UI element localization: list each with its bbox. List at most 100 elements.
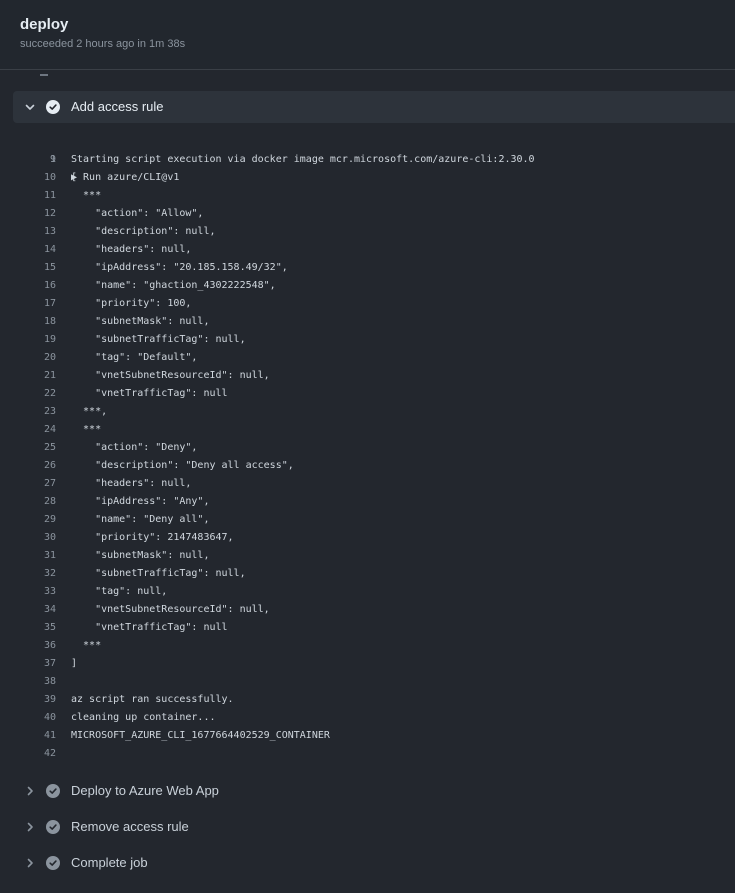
job-title: deploy [20, 16, 69, 33]
log-line: 20 "tag": "Default", [0, 349, 735, 367]
line-number[interactable]: 42 [0, 745, 56, 763]
line-number[interactable]: 28 [0, 493, 56, 511]
line-number[interactable]: 31 [0, 547, 56, 565]
log-line: 25 "action": "Deny", [0, 439, 735, 457]
log-text: "action": "Allow", [71, 208, 204, 219]
line-number[interactable]: 40 [0, 709, 56, 727]
line-number[interactable]: 21 [0, 367, 56, 385]
line-number[interactable]: 16 [0, 277, 56, 295]
log-text: "tag": null, [71, 586, 168, 597]
log-line: 40 cleaning up container... [0, 709, 735, 727]
line-number[interactable]: 9 [0, 151, 56, 169]
line-number[interactable]: 24 [0, 421, 56, 439]
log-line: 33 "tag": null, [0, 583, 735, 601]
line-number[interactable]: 19 [0, 331, 56, 349]
log-line: 14 "headers": null, [0, 241, 735, 259]
log-run-group[interactable]: 1 ▶ Run azure/CLI@v1 [0, 133, 735, 183]
log-text: "vnetTrafficTag": null [71, 388, 228, 399]
line-number[interactable]: 36 [0, 637, 56, 655]
log-line: 13 "description": null, [0, 223, 735, 241]
line-number[interactable]: 39 [0, 691, 56, 709]
log-line: 26 "description": "Deny all access", [0, 457, 735, 475]
log-text: *** [71, 424, 102, 435]
line-number[interactable]: 22 [0, 385, 56, 403]
log-text: "name": "ghaction_4302222548", [71, 280, 276, 291]
line-number[interactable]: 33 [0, 583, 56, 601]
log-text: "action": "Deny", [71, 442, 198, 453]
log-line: 38 [0, 673, 735, 691]
chevron-down-icon [24, 101, 36, 113]
step-label: Deploy to Azure Web App [71, 783, 219, 798]
log-text: ] [71, 658, 78, 669]
step-label: Complete job [71, 855, 148, 870]
line-number[interactable]: 23 [0, 403, 56, 421]
step-remove-access-rule[interactable]: Remove access rule [13, 811, 735, 843]
step-deploy-to-azure-web-app[interactable]: Deploy to Azure Web App [13, 775, 735, 807]
line-number[interactable]: 29 [0, 511, 56, 529]
step-label: Remove access rule [71, 819, 189, 834]
log-line: 32 "subnetTrafficTag": null, [0, 565, 735, 583]
previous-step-partial [40, 72, 140, 76]
step-log: 1 ▶ Run azure/CLI@v1 9 Starting script ex… [0, 133, 735, 763]
line-number[interactable]: 17 [0, 295, 56, 313]
line-number[interactable]: 32 [0, 565, 56, 583]
log-text: ***, [71, 406, 108, 417]
log-line: 36 *** [0, 637, 735, 655]
line-number[interactable]: 35 [0, 619, 56, 637]
step-label: Add access rule [71, 99, 164, 114]
log-text: "subnetTrafficTag": null, [71, 334, 246, 345]
log-text: cleaning up container... [71, 712, 216, 723]
line-number[interactable]: 15 [0, 259, 56, 277]
log-text: "subnetTrafficTag": null, [71, 568, 246, 579]
log-text: "subnetMask": null, [71, 550, 210, 561]
log-text: MICROSOFT_AZURE_CLI_1677664402529_CONTAI… [71, 730, 330, 741]
success-check-icon [46, 856, 60, 870]
log-line: 19 "subnetTrafficTag": null, [0, 331, 735, 349]
job-status-summary: succeeded 2 hours ago in 1m 38s [20, 38, 186, 50]
log-line: 34 "vnetSubnetResourceId": null, [0, 601, 735, 619]
log-line: 31 "subnetMask": null, [0, 547, 735, 565]
log-text: Starting script execution via docker ima… [71, 154, 535, 165]
log-text: *** [71, 640, 102, 651]
chevron-right-icon [24, 857, 36, 869]
log-line: 17 "priority": 100, [0, 295, 735, 313]
line-number[interactable]: 34 [0, 601, 56, 619]
log-line: 23 ***, [0, 403, 735, 421]
log-text: *** [71, 190, 102, 201]
line-number[interactable]: 18 [0, 313, 56, 331]
chevron-right-icon [24, 821, 36, 833]
line-number[interactable]: 30 [0, 529, 56, 547]
log-line: 18 "subnetMask": null, [0, 313, 735, 331]
line-number[interactable]: 11 [0, 187, 56, 205]
line-number[interactable]: 20 [0, 349, 56, 367]
line-number[interactable]: 27 [0, 475, 56, 493]
log-text: "tag": "Default", [71, 352, 198, 363]
job-header: deploy succeeded 2 hours ago in 1m 38s [0, 0, 735, 70]
log-text: "name": "Deny all", [71, 514, 210, 525]
log-line: 16 "name": "ghaction_4302222548", [0, 277, 735, 295]
log-line: 42 [0, 745, 735, 763]
line-number[interactable]: 26 [0, 457, 56, 475]
line-number[interactable]: 13 [0, 223, 56, 241]
line-number[interactable]: 41 [0, 727, 56, 745]
success-check-icon [46, 820, 60, 834]
line-number[interactable]: 37 [0, 655, 56, 673]
log-line: 11 *** [0, 187, 735, 205]
log-line: 37] [0, 655, 735, 673]
line-number[interactable]: 25 [0, 439, 56, 457]
log-line: 39 az script ran successfully. [0, 691, 735, 709]
log-text: "description": null, [71, 226, 216, 237]
step-complete-job[interactable]: Complete job [13, 847, 735, 879]
log-line: 12 "action": "Allow", [0, 205, 735, 223]
log-text: [ [71, 172, 78, 183]
line-number[interactable]: 12 [0, 205, 56, 223]
line-number[interactable]: 14 [0, 241, 56, 259]
log-text: "priority": 100, [71, 298, 192, 309]
log-line: 35 "vnetTrafficTag": null [0, 619, 735, 637]
success-check-icon [46, 784, 60, 798]
line-number[interactable]: 10 [0, 169, 56, 187]
line-number[interactable]: 38 [0, 673, 56, 691]
log-text: "subnetMask": null, [71, 316, 210, 327]
log-text: "description": "Deny all access", [71, 460, 294, 471]
step-add-access-rule[interactable]: Add access rule [13, 91, 735, 123]
